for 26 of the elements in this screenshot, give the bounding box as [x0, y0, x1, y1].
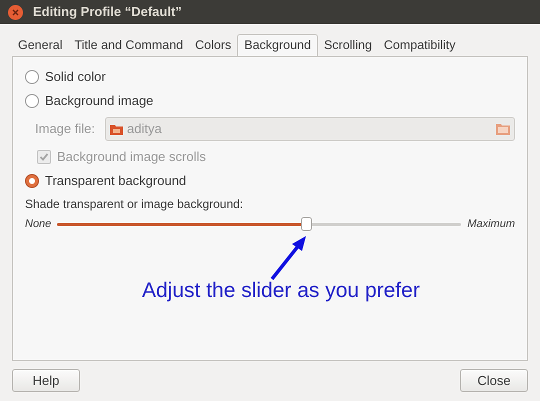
radio-button[interactable] [25, 174, 39, 188]
radio-label: Transparent background [45, 172, 186, 190]
file-name: aditya [126, 120, 163, 138]
tab[interactable]: Title and Command [68, 35, 190, 56]
slider-min-label: None [25, 216, 52, 232]
slider-thumb[interactable] [300, 216, 312, 230]
tab[interactable]: Colors [189, 35, 238, 56]
window-title: Editing Profile “Default” [33, 3, 182, 22]
tab[interactable]: General [12, 35, 68, 56]
field-label: Image file: [35, 120, 95, 138]
radio-button[interactable] [25, 70, 39, 84]
dialog-button[interactable]: Help [12, 369, 80, 392]
radio-button[interactable] [25, 94, 39, 108]
slider-label: Shade transparent or image background: [25, 196, 244, 213]
arrow-drawing [269, 235, 309, 281]
tab[interactable]: Scrolling [318, 35, 378, 56]
checkbox-label: Background image scrolls [57, 148, 206, 166]
annotation-text: Adjust the slider as you prefer [142, 278, 420, 304]
tab[interactable]: Background [237, 34, 318, 56]
tab[interactable]: Compatibility [378, 35, 462, 56]
slider-max-label: Maximum [467, 216, 515, 232]
radio-label: Solid color [45, 68, 106, 86]
folder-icon [110, 124, 123, 134]
close-icon[interactable] [8, 4, 23, 20]
radio-label: Background image [45, 92, 154, 110]
dialog-button[interactable]: Close [460, 369, 528, 392]
